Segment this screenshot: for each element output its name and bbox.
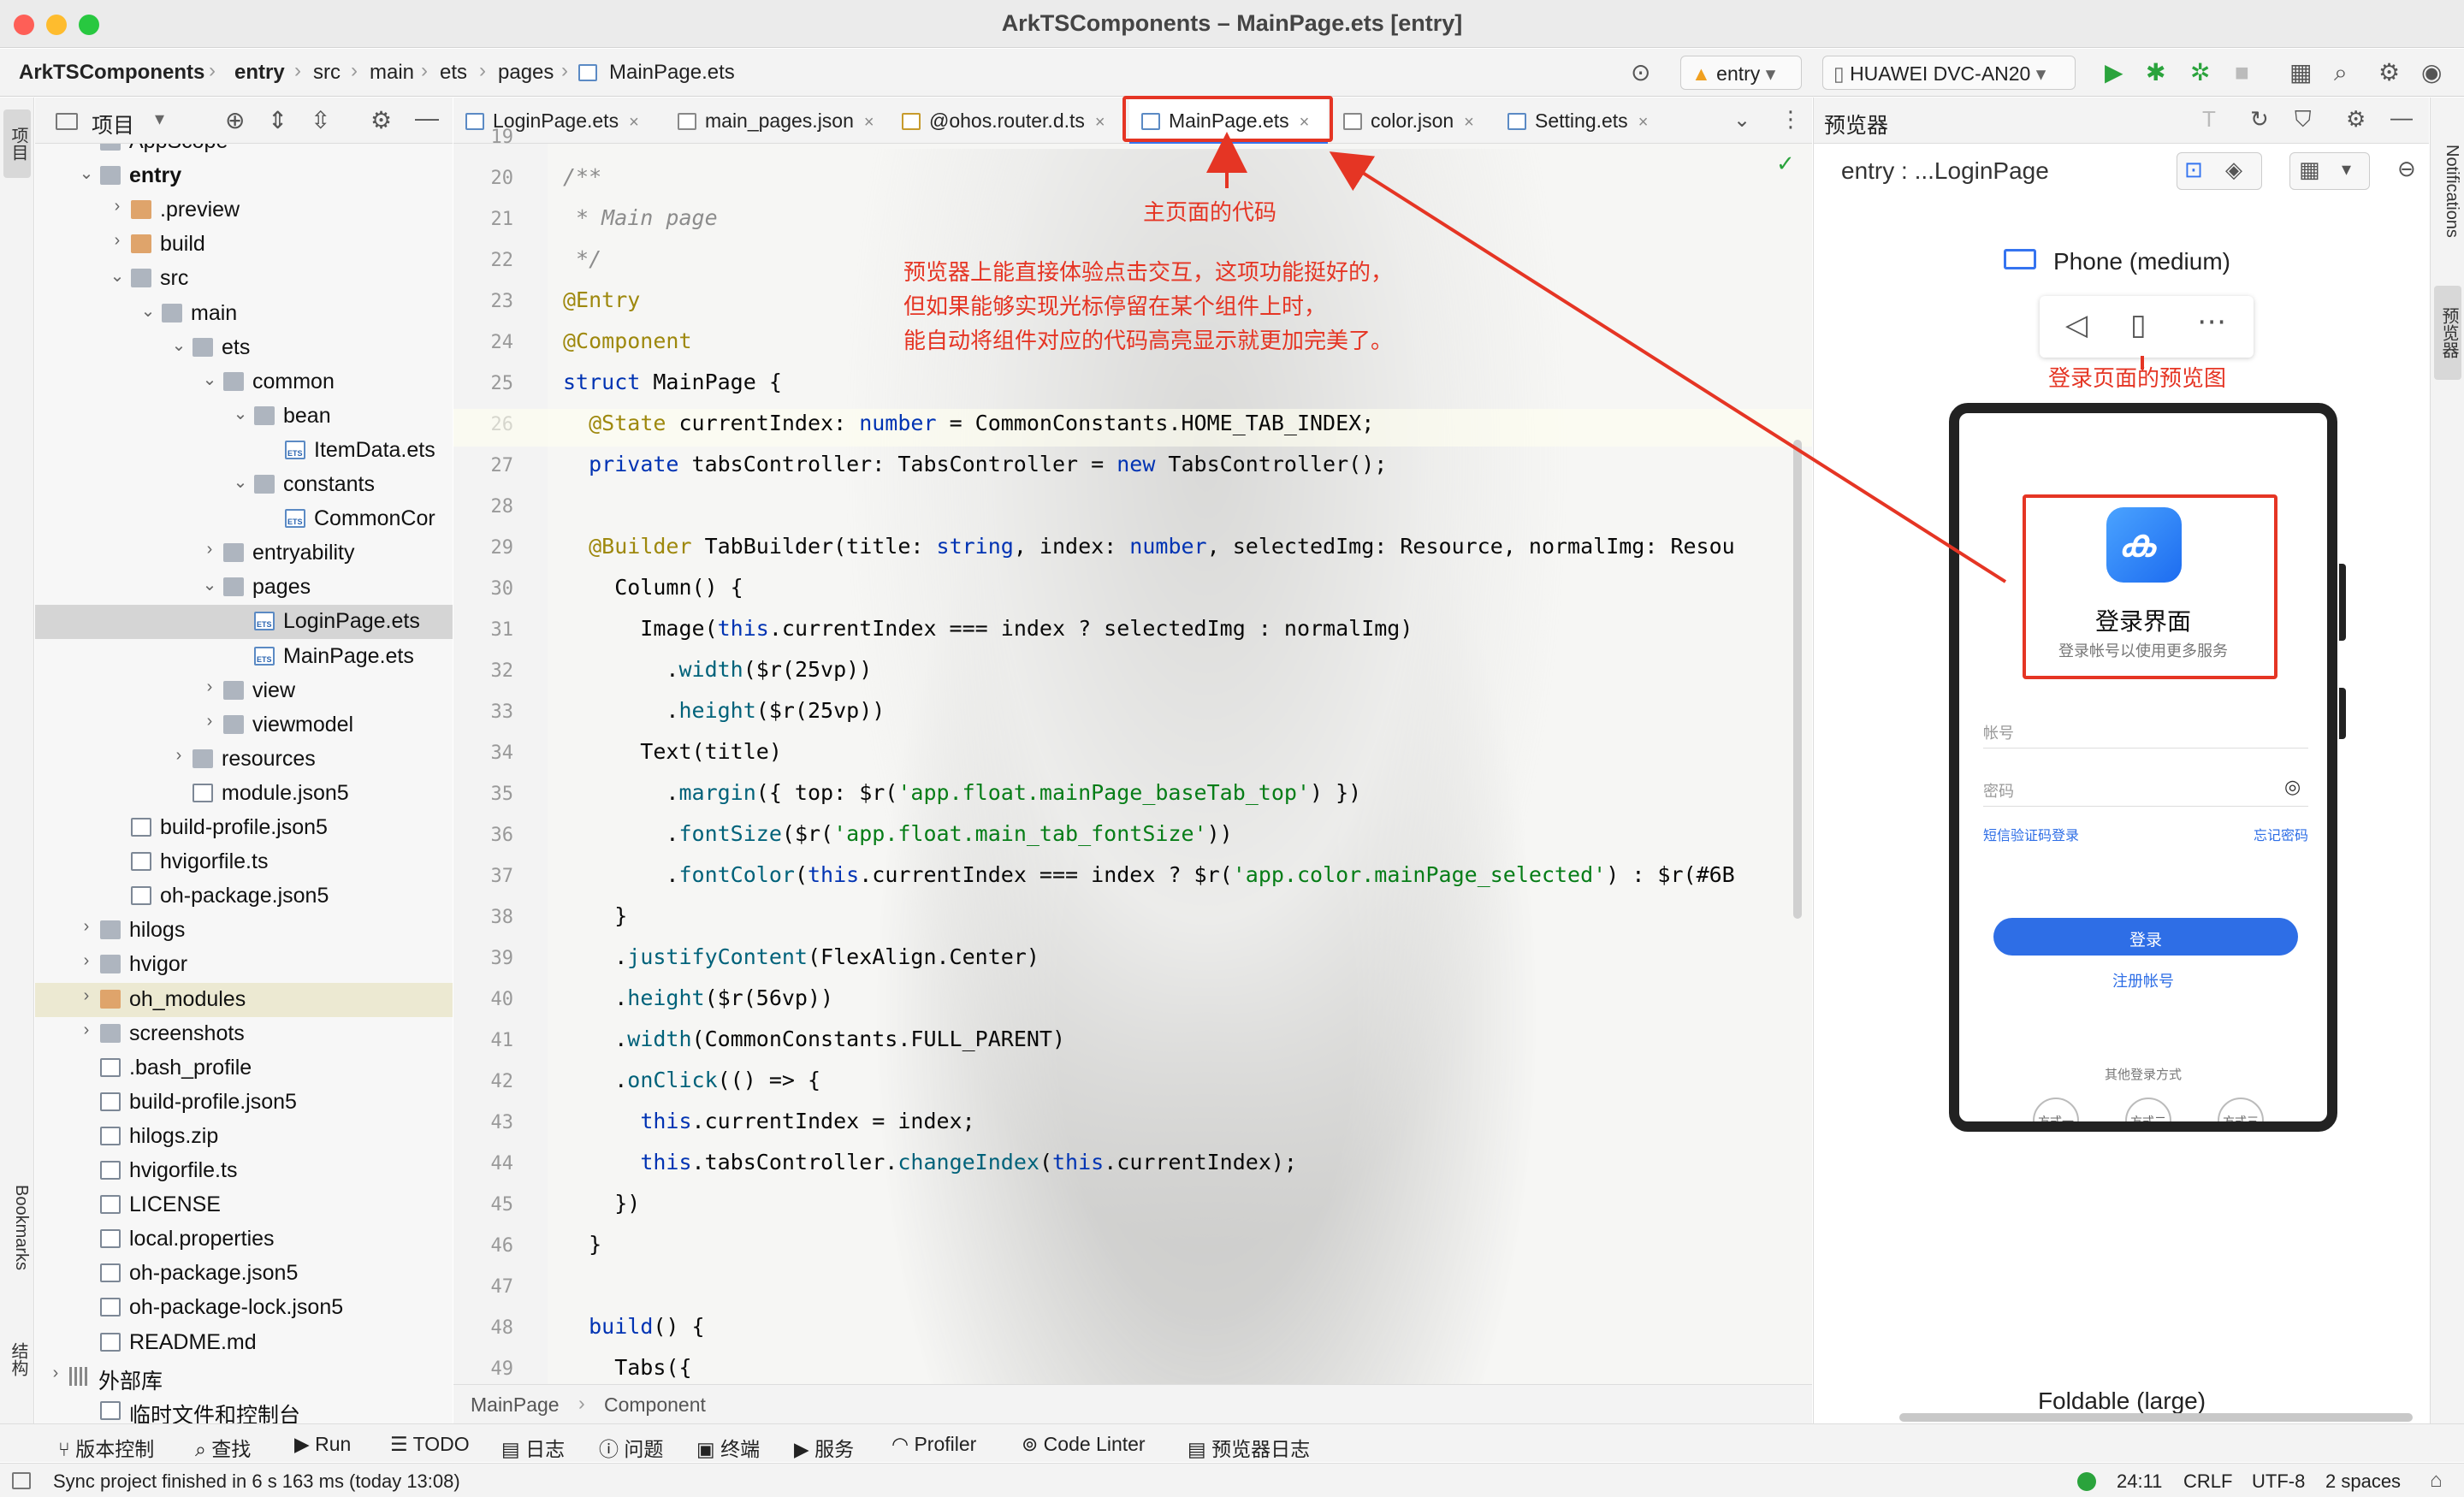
- annotation-note-line-1: 预览器上能直接体验点击交互，这项功能挺好的，: [903, 259, 1394, 285]
- annotation-box-login-header: [2023, 494, 2277, 679]
- annotation-note-line-3: 能自动将组件对应的代码高亮显示就更加完美了。: [903, 328, 1394, 353]
- annotation-main-code: 主页面的代码: [1143, 199, 1277, 225]
- ide-window: { "window": {"title": "ArkTSComponents –…: [0, 0, 2464, 1497]
- annotation-login-preview: 登录页面的预览图: [2048, 365, 2227, 391]
- arrow-preview-to-tab: [1329, 151, 2007, 583]
- annotation-note-line-2: 但如果能够实现光标停留在某个组件上时，: [903, 293, 1327, 319]
